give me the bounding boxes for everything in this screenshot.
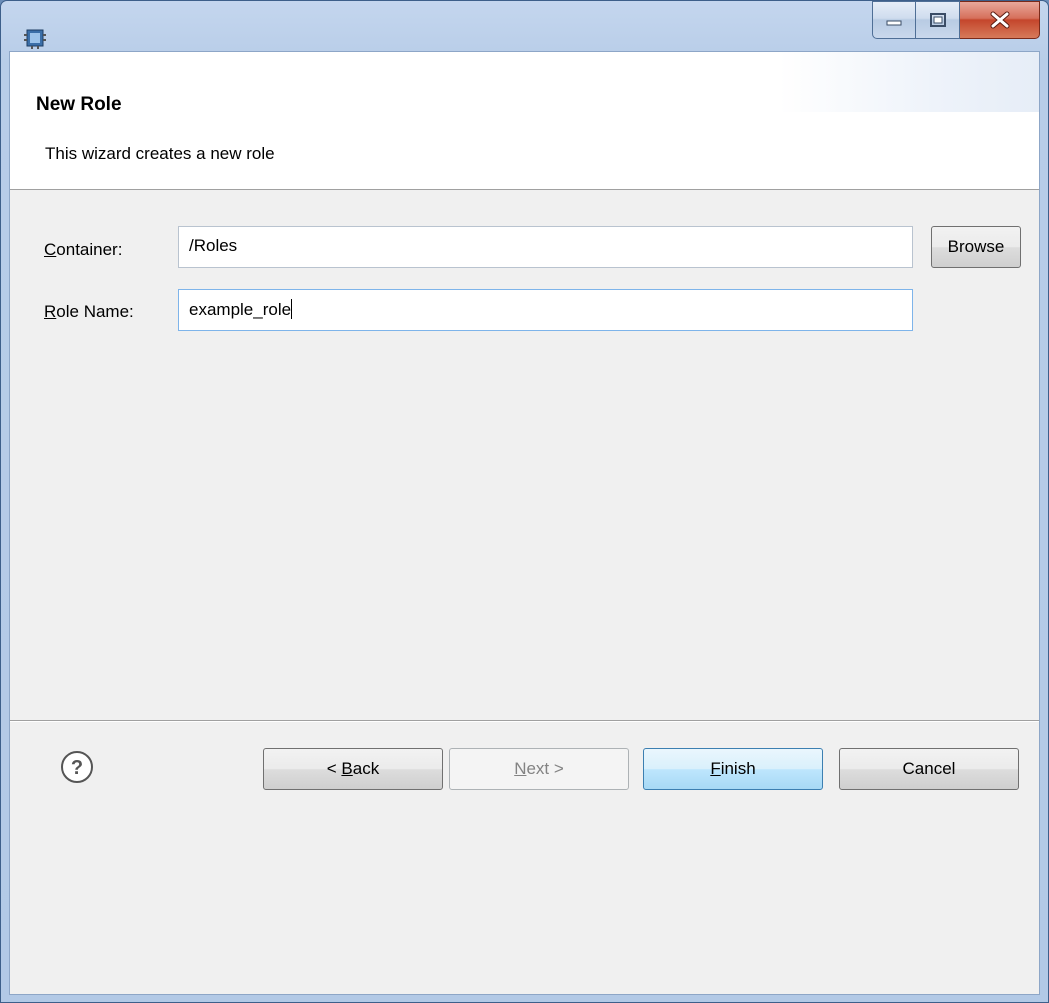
minimize-icon <box>886 20 902 26</box>
title-bar[interactable] <box>1 1 1048 51</box>
text-caret <box>291 299 293 319</box>
cancel-button[interactable]: Cancel <box>839 748 1019 790</box>
close-icon <box>990 11 1009 29</box>
maximize-icon <box>929 13 946 27</box>
minimize-button[interactable] <box>872 1 916 39</box>
header-decoration <box>779 52 1039 112</box>
page-description: This wizard creates a new role <box>45 144 275 163</box>
wizard-window: New Role This wizard creates a new role … <box>0 0 1049 1003</box>
application-icon <box>24 29 46 49</box>
role-name-input[interactable]: example_role <box>178 289 913 331</box>
help-icon[interactable]: ? <box>60 750 94 784</box>
wizard-header: New Role This wizard creates a new role <box>10 52 1039 190</box>
svg-text:?: ? <box>71 757 83 779</box>
dialog-client-area: New Role This wizard creates a new role … <box>9 51 1040 995</box>
close-button[interactable] <box>960 1 1040 39</box>
browse-button[interactable]: Browse <box>931 226 1021 268</box>
container-label: Container: <box>44 240 123 259</box>
maximize-button[interactable] <box>916 1 960 39</box>
container-input[interactable]: /Roles <box>178 226 913 268</box>
page-title: New Role <box>36 94 122 115</box>
finish-button[interactable]: Finish <box>643 748 823 790</box>
footer-separator <box>10 720 1039 722</box>
role-name-label: Role Name: <box>44 302 134 321</box>
next-button[interactable]: Next > <box>449 748 629 790</box>
back-button[interactable]: < Back <box>263 748 443 790</box>
